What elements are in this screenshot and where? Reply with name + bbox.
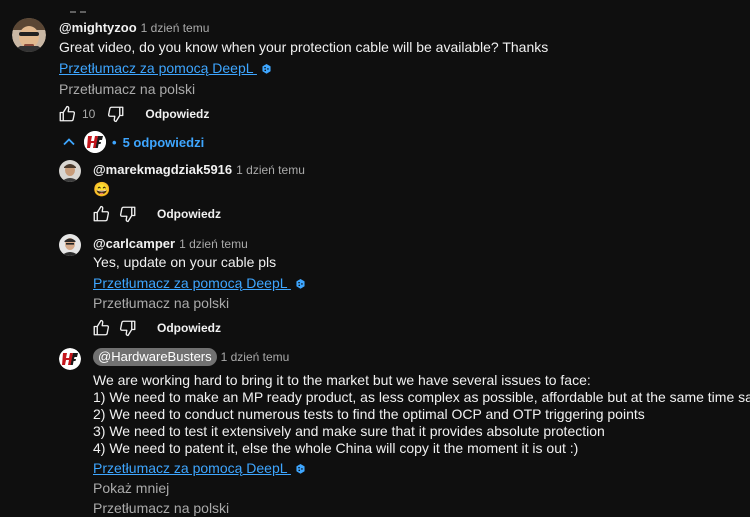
thumb-up-icon[interactable] [92, 205, 110, 223]
comment-author[interactable]: @mightyzoo [59, 20, 137, 35]
reply-text-line: We are working hard to bring it to the m… [93, 372, 591, 388]
channel-logo-icon [84, 131, 106, 153]
toggle-separator: • [112, 134, 117, 150]
reply-text-line: 2) We need to conduct numerous tests to … [93, 406, 645, 422]
reply-text-line: 1) We need to make an MP ready product, … [93, 389, 750, 405]
reply-button[interactable]: Odpowiedz [157, 207, 221, 221]
thumb-down-icon[interactable] [119, 319, 137, 337]
reply-actions: Odpowiedz [92, 318, 221, 338]
thumb-up-icon[interactable] [92, 319, 110, 337]
comment-time[interactable]: 1 dzień temu [141, 21, 210, 35]
reply-time[interactable]: 1 dzień temu [221, 350, 290, 364]
translate-polish-link[interactable]: Przetłumacz na polski [59, 81, 195, 98]
deepl-icon [296, 279, 305, 289]
reply-button[interactable]: Odpowiedz [145, 107, 209, 121]
chevron-up-icon[interactable] [62, 135, 76, 149]
reply-author-owner-badge[interactable]: @HardwareBusters [93, 348, 217, 366]
reply-text-line: 4) We need to patent it, else the whole … [93, 440, 579, 456]
reply-text: 😄 [93, 181, 111, 197]
translate-deepl-label[interactable]: Przetłumacz za pomocą DeepL [93, 460, 287, 476]
translate-polish-link[interactable]: Przetłumacz na polski [93, 295, 229, 312]
comments-section: @mightyzoo 1 dzień temu Great video, do y… [0, 0, 750, 517]
deepl-icon [262, 64, 271, 74]
reply-time[interactable]: 1 dzień temu [236, 163, 305, 177]
thumb-down-icon[interactable] [107, 105, 125, 123]
translate-deepl-link[interactable]: Przetłumacz za pomocą DeepL [93, 460, 305, 477]
reply-time[interactable]: 1 dzień temu [179, 237, 248, 251]
show-less-button[interactable]: Pokaż mniej [93, 480, 169, 497]
translate-deepl-link[interactable]: Przetłumacz za pomocą DeepL [93, 275, 305, 292]
reply-button[interactable]: Odpowiedz [157, 321, 221, 335]
avatar-hardwarebusters[interactable] [59, 348, 81, 370]
deepl-icon [296, 464, 305, 474]
comment-text: Great video, do you know when your prote… [59, 39, 549, 55]
avatar-marekmagdziak[interactable] [59, 160, 81, 182]
translate-deepl-label[interactable]: Przetłumacz za pomocą DeepL [93, 275, 287, 291]
reply-text: Yes, update on your cable pls [93, 254, 277, 270]
like-count: 10 [82, 107, 96, 121]
avatar-carlcamper[interactable] [59, 234, 81, 256]
avatar-mightyzoo[interactable] [12, 18, 46, 52]
reply-author[interactable]: @marekmagdziak5916 [93, 162, 232, 177]
translate-polish-link[interactable]: Przetłumacz na polski [93, 500, 229, 517]
thumb-down-icon[interactable] [119, 205, 137, 223]
reply-text-line: 3) We need to test it extensively and ma… [93, 423, 605, 439]
thumb-up-icon[interactable] [58, 105, 76, 123]
replies-count-label[interactable]: 5 odpowiedzi [123, 135, 205, 150]
scroll-remnant [70, 0, 90, 13]
translate-deepl-label[interactable]: Przetłumacz za pomocą DeepL [59, 60, 253, 76]
reply-author[interactable]: @carlcamper [93, 236, 175, 251]
reply-actions: Odpowiedz [92, 204, 221, 224]
translate-deepl-link[interactable]: Przetłumacz za pomocą DeepL [59, 60, 271, 77]
comment-actions: 10 Odpowiedz [58, 104, 209, 124]
replies-toggle[interactable]: • 5 odpowiedzi [62, 131, 204, 153]
